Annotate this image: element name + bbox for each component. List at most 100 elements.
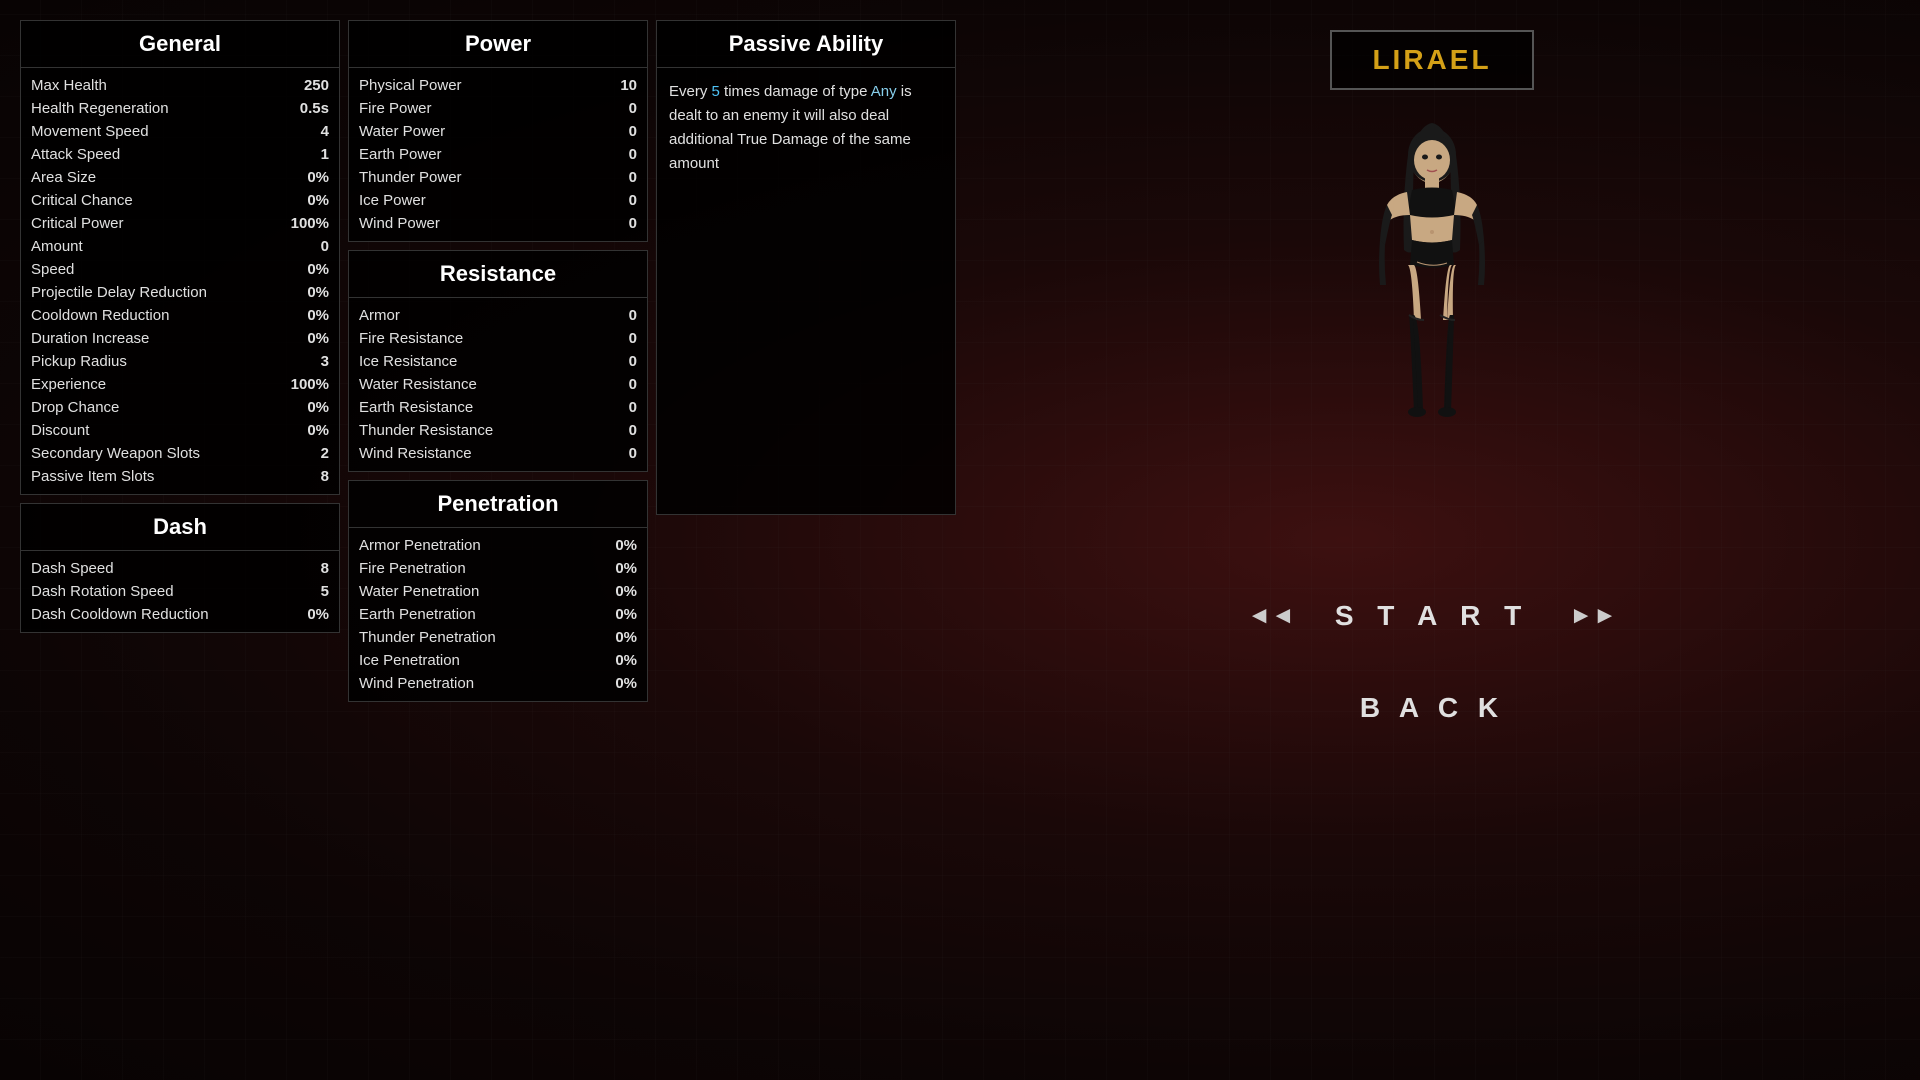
stat-label: Amount: [31, 238, 83, 255]
stat-value: 0: [629, 169, 637, 186]
stat-value: 0%: [615, 675, 637, 692]
power-panel: Power Physical Power10Fire Power0Water P…: [348, 20, 648, 242]
stat-label: Water Resistance: [359, 376, 477, 393]
stat-label: Earth Penetration: [359, 606, 476, 623]
penetration-stats-body: Armor Penetration0% Fire Penetration 0% Wat…: [349, 528, 647, 701]
passive-text-mid: times damage of type: [720, 83, 871, 100]
table-row: Pickup Radius3: [31, 350, 329, 373]
resistance-stats-body: Armor0Fire Resistance0Ice Resistance0Wat…: [349, 298, 647, 471]
table-row: Duration Increase0%: [31, 327, 329, 350]
table-row: Experience100%: [31, 373, 329, 396]
stat-label: Ice Resistance: [359, 353, 457, 370]
character-name: LIRAEL: [1372, 44, 1491, 75]
stat-value: 2: [321, 445, 329, 462]
table-row: Wind Power 0: [359, 212, 637, 235]
start-button[interactable]: S T A R T: [1335, 600, 1529, 632]
table-row: Drop Chance0%: [31, 396, 329, 419]
stat-value: 0: [629, 307, 637, 324]
stat-label: Area Size: [31, 169, 96, 186]
stat-value: 0: [629, 215, 637, 232]
table-row: Movement Speed4: [31, 120, 329, 143]
table-row: Physical Power10: [359, 74, 637, 97]
stat-label: Projectile Delay Reduction: [31, 284, 207, 301]
stat-label: Dash Cooldown Reduction: [31, 606, 209, 623]
next-arrow[interactable]: ►►: [1569, 602, 1617, 630]
penetration-header: Penetration: [349, 481, 647, 528]
stat-value: 0%: [307, 284, 329, 301]
prev-arrow[interactable]: ◄◄: [1247, 602, 1295, 630]
stat-label: Speed: [31, 261, 74, 278]
stat-value: 0: [629, 353, 637, 370]
table-row: Armor Penetration0%: [359, 534, 637, 557]
table-row: Secondary Weapon Slots 2: [31, 442, 329, 465]
table-row: Ice Resistance 0: [359, 350, 637, 373]
stat-label: Fire Penetration: [359, 560, 466, 577]
stat-value: 1: [321, 146, 329, 163]
stat-label: Physical Power: [359, 77, 462, 94]
table-row: Passive Item Slots8: [31, 465, 329, 488]
table-row: Water Resistance0: [359, 373, 637, 396]
power-stats-body: Physical Power10Fire Power0 Water Power 0 E…: [349, 68, 647, 241]
stat-value: 0%: [307, 422, 329, 439]
general-stats-body: Max Health250Health Regeneration0.5sMove…: [21, 68, 339, 494]
table-row: Thunder Resistance0: [359, 419, 637, 442]
table-row: Attack Speed1: [31, 143, 329, 166]
stat-label: Ice Power: [359, 192, 426, 209]
stat-label: Wind Penetration: [359, 675, 474, 692]
stat-value: 0%: [307, 261, 329, 278]
stat-value: 0: [629, 123, 637, 140]
dash-panel: Dash Dash Speed8 Dash Rotation Speed 5 Dash…: [20, 503, 340, 633]
stat-label: Wind Resistance: [359, 445, 472, 462]
stat-value: 0%: [307, 169, 329, 186]
table-row: Dash Cooldown Reduction0%: [31, 603, 329, 626]
dash-header: Dash: [21, 504, 339, 551]
stat-label: Passive Item Slots: [31, 468, 154, 485]
stat-label: Thunder Power: [359, 169, 462, 186]
stat-value: 0%: [615, 560, 637, 577]
stat-label: Water Power: [359, 123, 445, 140]
table-row: Armor 0: [359, 304, 637, 327]
table-row: Discount 0%: [31, 419, 329, 442]
table-row: Earth Power0: [359, 143, 637, 166]
stat-value: 0%: [307, 307, 329, 324]
stat-value: 0: [321, 238, 329, 255]
table-row: Fire Power0: [359, 97, 637, 120]
table-row: Max Health250: [31, 74, 329, 97]
passive-text: Every 5 times damage of type Any is deal…: [657, 68, 955, 188]
stat-label: Critical Chance: [31, 192, 133, 209]
table-row: Ice Power0: [359, 189, 637, 212]
general-header: General: [21, 21, 339, 68]
table-row: Dash Speed8: [31, 557, 329, 580]
power-header: Power: [349, 21, 647, 68]
table-row: Water Power 0: [359, 120, 637, 143]
resistance-panel: Resistance Armor0Fire Resistance0Ice Res…: [348, 250, 648, 472]
stat-label: Secondary Weapon Slots: [31, 445, 200, 462]
character-display: [1262, 110, 1602, 590]
character-panel: LIRAEL: [964, 20, 1900, 1060]
back-button[interactable]: B A C K: [1360, 692, 1504, 734]
stat-label: Movement Speed: [31, 123, 149, 140]
general-panel: General Max Health250Health Regeneration…: [20, 20, 340, 495]
stat-label: Drop Chance: [31, 399, 119, 416]
stat-label: Wind Power: [359, 215, 440, 232]
table-row: Thunder Power 0: [359, 166, 637, 189]
table-row: Critical Power100%: [31, 212, 329, 235]
table-row: Health Regeneration0.5s: [31, 97, 329, 120]
passive-number: 5: [712, 83, 720, 100]
table-row: Amount 0: [31, 235, 329, 258]
stat-label: Ice Penetration: [359, 652, 460, 669]
stat-value: 3: [321, 353, 329, 370]
passive-text-prefix: Every: [669, 83, 712, 100]
resistance-header: Resistance: [349, 251, 647, 298]
table-row: Area Size 0%: [31, 166, 329, 189]
stat-label: Dash Rotation Speed: [31, 583, 174, 600]
stat-value: 250: [304, 77, 329, 94]
stat-value: 0.5s: [300, 100, 329, 117]
stat-value: 5: [321, 583, 329, 600]
table-row: Earth Resistance0: [359, 396, 637, 419]
stat-label: Armor: [359, 307, 400, 324]
stat-label: Discount: [31, 422, 89, 439]
stat-label: Water Penetration: [359, 583, 479, 600]
stat-value: 0%: [615, 652, 637, 669]
table-row: Water Penetration0%: [359, 580, 637, 603]
